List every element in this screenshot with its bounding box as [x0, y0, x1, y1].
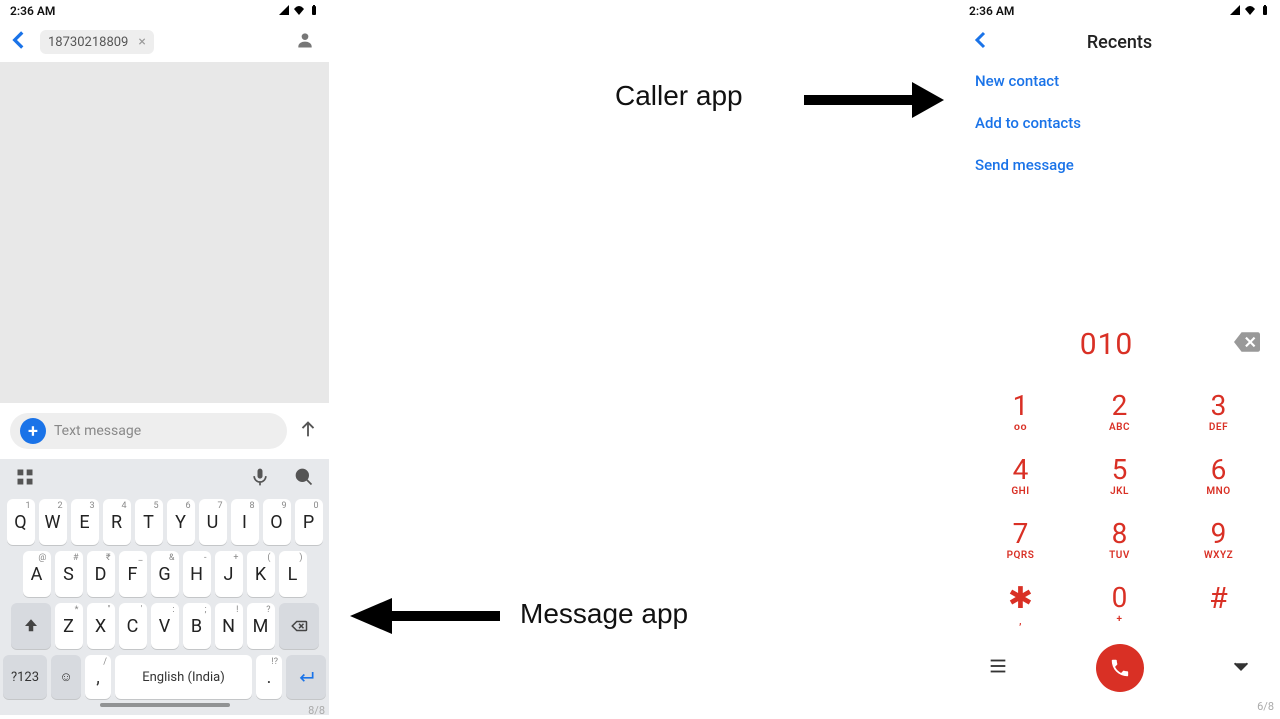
key-s[interactable]: #S — [55, 551, 83, 597]
key-h[interactable]: -H — [183, 551, 211, 597]
caller-header: Recents — [959, 22, 1280, 62]
keyboard-apps-icon[interactable] — [15, 467, 35, 491]
key-u[interactable]: 7U — [199, 499, 227, 545]
contact-avatar-icon[interactable] — [295, 30, 315, 54]
backspace-key[interactable] — [279, 603, 319, 649]
recipient-chip[interactable]: 18730218809 × — [40, 30, 154, 54]
new-contact-button[interactable]: New contact — [975, 72, 1264, 90]
dialpad-key-2[interactable]: 2ABC — [1070, 392, 1169, 434]
call-button[interactable] — [1096, 644, 1144, 692]
message-app-screen: 2:36 AM 18730218809 × + Text message — [0, 0, 329, 715]
soft-keyboard: 1Q2W3E4R5T6Y7U8I9O0P @A#S₹D_F&G-H+J(K)L … — [0, 459, 329, 715]
back-icon[interactable] — [969, 28, 993, 56]
status-time: 2:36 AM — [10, 4, 55, 18]
status-icons — [1228, 4, 1270, 18]
dialpad-key-#[interactable]: # — [1169, 584, 1268, 628]
enter-key[interactable] — [286, 655, 326, 699]
add-to-contacts-button[interactable]: Add to contacts — [975, 114, 1264, 132]
space-key[interactable]: English (India) — [115, 655, 252, 699]
dialpad-key-8[interactable]: 8TUV — [1070, 520, 1169, 562]
key-j[interactable]: +J — [215, 551, 243, 597]
key-r[interactable]: 4R — [103, 499, 131, 545]
key-l[interactable]: )L — [279, 551, 307, 597]
annotation-arrow-left-icon — [350, 594, 500, 638]
key-b[interactable]: ;B — [183, 603, 211, 649]
status-icons — [277, 4, 319, 18]
key-e[interactable]: 3E — [71, 499, 99, 545]
comma-key[interactable]: /, — [85, 655, 111, 699]
period-key[interactable]: !?. — [256, 655, 282, 699]
key-z[interactable]: *Z — [55, 603, 83, 649]
key-n[interactable]: !N — [215, 603, 243, 649]
annotation-caller-label: Caller app — [615, 80, 743, 112]
dialpad-key-6[interactable]: 6MNO — [1169, 456, 1268, 498]
dialer-bottom — [959, 632, 1280, 700]
compose-placeholder: Text message — [54, 423, 141, 439]
key-w[interactable]: 2W — [39, 499, 67, 545]
dialpad-key-0[interactable]: 0+ — [1070, 584, 1169, 628]
key-f[interactable]: _F — [119, 551, 147, 597]
collapse-icon[interactable] — [1230, 655, 1252, 681]
key-d[interactable]: ₹D — [87, 551, 115, 597]
delete-digit-icon[interactable] — [1234, 332, 1260, 356]
send-message-button[interactable]: Send message — [975, 156, 1264, 174]
dialpad-key-4[interactable]: 4GHI — [971, 456, 1070, 498]
key-i[interactable]: 8I — [231, 499, 259, 545]
dialer-area: 010 1ᴏᴏ2ABC3DEF 4GHI5JKL6MNO 7PQRS8TUV9WXY… — [959, 314, 1280, 715]
back-icon[interactable] — [6, 27, 32, 57]
annotation-arrow-right-icon — [804, 78, 944, 122]
status-bar: 2:36 AM — [959, 0, 1280, 22]
chip-remove-icon[interactable]: × — [138, 34, 145, 50]
compose-row: + Text message — [0, 403, 329, 459]
key-p[interactable]: 0P — [295, 499, 323, 545]
dialpad-key-7[interactable]: 7PQRS — [971, 520, 1070, 562]
dialed-number: 010 — [979, 327, 1234, 362]
search-icon[interactable] — [294, 467, 314, 491]
key-k[interactable]: (K — [247, 551, 275, 597]
key-c[interactable]: 'C — [119, 603, 147, 649]
key-v[interactable]: :V — [151, 603, 179, 649]
message-header: 18730218809 × — [0, 22, 329, 62]
dialpad-key-5[interactable]: 5JKL — [1070, 456, 1169, 498]
status-time: 2:36 AM — [969, 4, 1014, 18]
caller-title: Recents — [993, 32, 1246, 53]
key-y[interactable]: 6Y — [167, 499, 195, 545]
chip-number: 18730218809 — [48, 35, 128, 50]
compose-input[interactable]: + Text message — [10, 413, 287, 449]
dialpad-key-9[interactable]: 9WXYZ — [1169, 520, 1268, 562]
key-m[interactable]: ?M — [247, 603, 275, 649]
key-t[interactable]: 5T — [135, 499, 163, 545]
page-indicator: 6/8 — [959, 700, 1280, 715]
caller-actions: New contact Add to contacts Send message — [959, 62, 1280, 184]
key-o[interactable]: 9O — [263, 499, 291, 545]
dialpad-key-✱[interactable]: ✱, — [971, 584, 1070, 628]
symbols-key[interactable]: ?123 — [3, 655, 47, 699]
caller-app-screen: 2:36 AM Recents New contact Add to conta… — [959, 0, 1280, 715]
shift-key[interactable] — [11, 603, 51, 649]
nav-handle[interactable] — [100, 703, 230, 707]
display-row: 010 — [959, 314, 1280, 374]
annotation-message-label: Message app — [520, 598, 688, 630]
status-bar: 2:36 AM — [0, 0, 329, 22]
conversation-area — [0, 62, 329, 403]
mic-icon[interactable] — [250, 467, 270, 491]
page-indicator: 8/8 — [308, 704, 325, 717]
emoji-key[interactable]: ☺ — [51, 655, 81, 699]
menu-icon[interactable] — [987, 655, 1009, 681]
key-x[interactable]: "X — [87, 603, 115, 649]
key-g[interactable]: &G — [151, 551, 179, 597]
send-arrow-icon[interactable] — [297, 418, 319, 444]
dialpad-key-3[interactable]: 3DEF — [1169, 392, 1268, 434]
key-a[interactable]: @A — [23, 551, 51, 597]
attach-icon[interactable]: + — [20, 418, 46, 444]
key-q[interactable]: 1Q — [7, 499, 35, 545]
dialpad-key-1[interactable]: 1ᴏᴏ — [971, 392, 1070, 434]
